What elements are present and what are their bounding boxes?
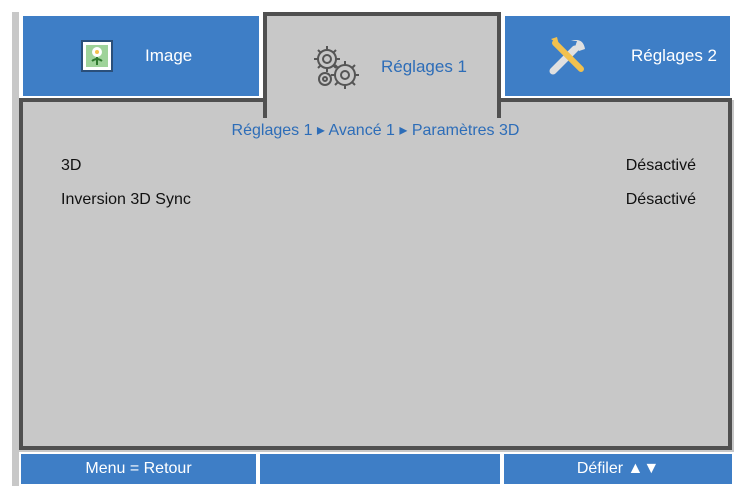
footer-left-label: Menu = Retour (85, 460, 192, 477)
tools-icon (545, 33, 591, 79)
gears-icon (307, 39, 363, 95)
tab-image[interactable]: Image (19, 12, 263, 100)
footer-scroll: Défiler ▲▼ (502, 452, 734, 486)
tab-reglages-1[interactable]: Réglages 1 (263, 12, 501, 118)
tab-reglages-2-label: Réglages 2 (631, 46, 718, 65)
setting-value: Désactivé (625, 157, 696, 174)
setting-label: 3D (61, 157, 82, 174)
breadcrumb: Réglages 1 ▸ Avancé 1 ▸ Paramètres 3D (231, 122, 520, 139)
image-icon (79, 38, 115, 74)
setting-row-inversion-3d-sync[interactable]: Inversion 3D Sync Désactivé (61, 188, 696, 212)
tab-reglages-1-label: Réglages 1 (381, 57, 468, 76)
setting-row-3d[interactable]: 3D Désactivé (61, 154, 696, 178)
tab-reglages-2[interactable]: Réglages 2 (501, 12, 734, 100)
setting-label: Inversion 3D Sync (61, 191, 191, 208)
footer-right-label: Défiler ▲▼ (576, 460, 660, 477)
settings-panel: Réglages 1 ▸ Avancé 1 ▸ Paramètres 3D 3D… (19, 98, 732, 450)
footer-menu-return: Menu = Retour (19, 452, 258, 486)
footer-middle (258, 452, 502, 486)
tab-image-label: Image (145, 46, 193, 65)
setting-value: Désactivé (625, 191, 696, 208)
